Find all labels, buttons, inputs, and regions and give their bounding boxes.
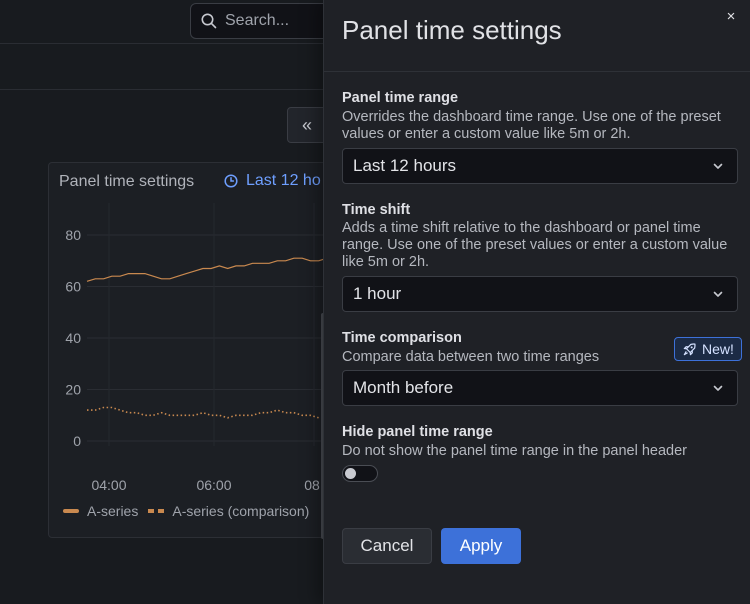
- x-tick-label: 06:00: [196, 477, 231, 493]
- panel-time-settings-drawer: Panel time settings × Panel time range O…: [323, 0, 750, 604]
- new-badge-label: New!: [702, 341, 734, 357]
- drawer-title: Panel time settings: [342, 15, 562, 45]
- panel-time-range-text: Last 12 ho: [246, 172, 321, 189]
- series-line-a-series: [86, 257, 328, 282]
- time-series-chart: 80604020004:00 06:00 08:: [65, 203, 349, 493]
- rocket-icon: [683, 342, 696, 355]
- apply-button[interactable]: Apply: [441, 528, 521, 564]
- hide-time-range-toggle[interactable]: [342, 465, 378, 482]
- panel-time-range-description: Overrides the dashboard time range. Use …: [342, 109, 721, 142]
- search-input[interactable]: Search...: [225, 12, 289, 30]
- hide-time-range-description: Do not show the panel time range in the …: [342, 443, 688, 459]
- panel-time-range-select[interactable]: Last 12 hours: [342, 148, 738, 184]
- time-comparison-select[interactable]: Month before: [342, 370, 738, 406]
- close-button[interactable]: ×: [722, 8, 740, 26]
- hide-time-range-label: Hide panel time range: [342, 424, 493, 440]
- legend-swatch-solid: [63, 509, 79, 513]
- chevron-down-icon: [713, 385, 723, 391]
- double-chevron-left-icon: «: [301, 114, 312, 135]
- chevron-down-icon: [713, 291, 723, 297]
- collapse-button[interactable]: «: [287, 107, 327, 143]
- toggle-knob: [345, 468, 356, 479]
- x-tick-label: 04:00: [91, 477, 126, 493]
- search-icon: [201, 13, 217, 29]
- time-comparison-label: Time comparison: [342, 330, 462, 346]
- series-line-comparison: [87, 406, 327, 419]
- time-shift-select[interactable]: 1 hour: [342, 276, 738, 312]
- time-shift-description: Adds a time shift relative to the dashbo…: [342, 220, 728, 270]
- cancel-button[interactable]: Cancel: [342, 528, 432, 564]
- new-badge: New!: [674, 337, 742, 361]
- legend-item-comparison[interactable]: A-series (comparison): [148, 503, 309, 519]
- chevron-down-icon: [713, 163, 723, 169]
- legend-label: A-series (comparison): [172, 503, 310, 519]
- chart-legend: A-series A-series (comparison): [63, 503, 309, 519]
- legend-swatch-dashed: [148, 509, 165, 513]
- close-icon: ×: [726, 8, 736, 25]
- time-shift-label: Time shift: [342, 202, 411, 218]
- drawer-divider: [324, 71, 750, 72]
- y-tick-label: 0: [73, 433, 81, 449]
- y-tick-label: 60: [65, 279, 81, 295]
- panel-title: Panel time settings: [59, 173, 195, 190]
- panel-time-range-indicator[interactable]: Last 12 ho: [224, 172, 321, 190]
- time-comparison-value: Month before: [353, 378, 454, 397]
- time-shift-value: 1 hour: [353, 284, 402, 303]
- y-tick-label: 40: [65, 330, 81, 346]
- panel-time-range-value: Last 12 hours: [353, 156, 457, 175]
- legend-item-a-series[interactable]: A-series: [63, 503, 138, 519]
- dashboard-panel: 80 60 40 20 0 04:00 06:00 08: Panel time settin…: [48, 162, 349, 538]
- legend-label: A-series: [87, 503, 139, 519]
- clock-icon: [224, 174, 238, 188]
- y-tick-label: 20: [65, 382, 81, 398]
- y-tick-label: 80: [65, 227, 81, 243]
- panel-time-range-label: Panel time range: [342, 90, 459, 106]
